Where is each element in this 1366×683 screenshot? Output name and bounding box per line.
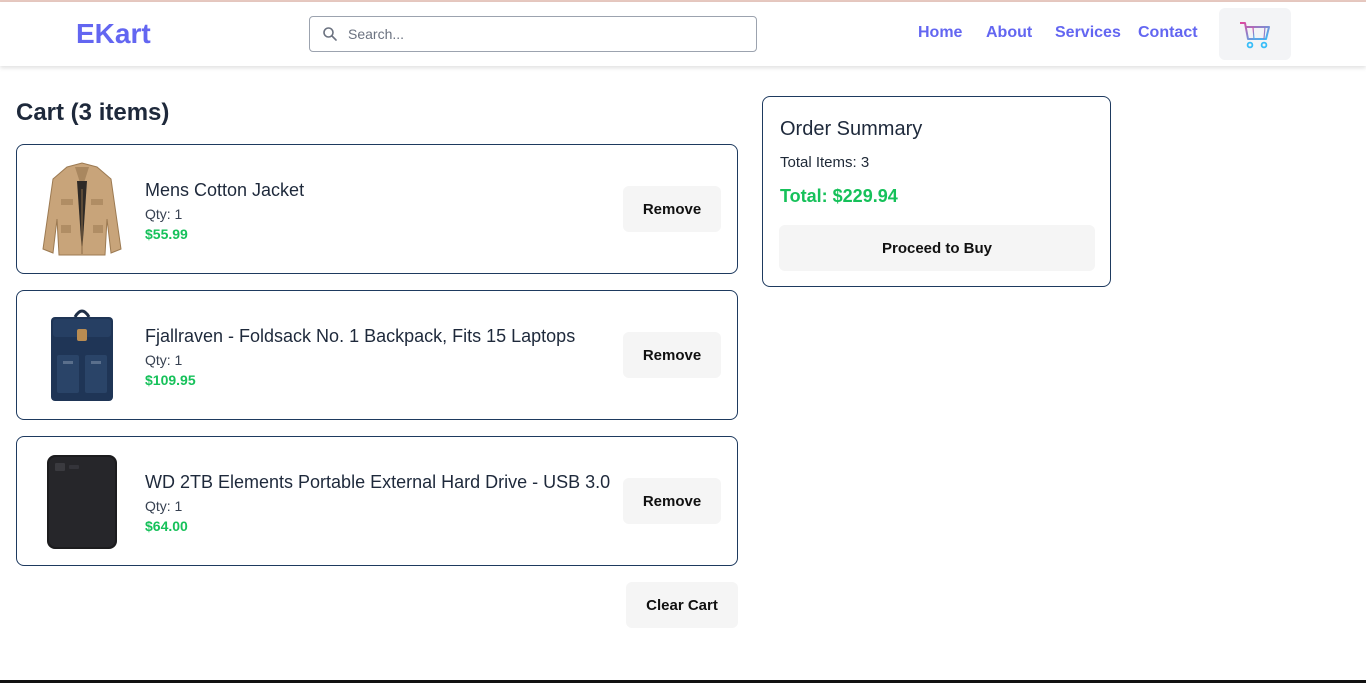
cart-item: WD 2TB Elements Portable External Hard D… [16, 436, 738, 566]
clear-cart-button[interactable]: Clear Cart [626, 582, 738, 628]
jacket-image [37, 159, 127, 259]
header: EKart Home About Services Contact [0, 2, 1366, 66]
shopping-cart-icon [1240, 22, 1270, 49]
nav-about[interactable]: About [986, 24, 1032, 42]
cart-item: Mens Cotton Jacket Qty: 1 $55.99 Remove [16, 144, 738, 274]
search-icon [322, 26, 338, 42]
proceed-to-buy-button[interactable]: Proceed to Buy [779, 225, 1095, 271]
hard-drive-image [37, 451, 127, 551]
remove-button[interactable]: Remove [623, 186, 721, 232]
remove-button[interactable]: Remove [623, 332, 721, 378]
nav-home[interactable]: Home [918, 24, 962, 42]
total-items: Total Items: 3 [780, 154, 870, 171]
cart-item: Fjallraven - Foldsack No. 1 Backpack, Fi… [16, 290, 738, 420]
item-qty: Qty: 1 [145, 352, 183, 368]
brand-logo[interactable]: EKart [76, 18, 151, 50]
nav-services[interactable]: Services [1055, 24, 1121, 42]
order-summary: Order Summary Total Items: 3 Total: $229… [762, 96, 1111, 287]
nav-contact[interactable]: Contact [1138, 24, 1198, 42]
total-price: Total: $229.94 [780, 186, 898, 206]
cart-button[interactable] [1219, 8, 1291, 60]
cart-title: Cart (3 items) [16, 99, 170, 126]
summary-title: Order Summary [780, 118, 923, 140]
item-qty: Qty: 1 [145, 498, 183, 514]
item-price: $64.00 [145, 518, 188, 534]
item-name[interactable]: Mens Cotton Jacket [145, 180, 304, 201]
backpack-image [37, 305, 127, 405]
item-price: $55.99 [145, 226, 188, 242]
remove-button[interactable]: Remove [623, 478, 721, 524]
item-name[interactable]: WD 2TB Elements Portable External Hard D… [145, 472, 610, 493]
search-box[interactable] [309, 16, 757, 52]
item-price: $109.95 [145, 372, 196, 388]
item-name[interactable]: Fjallraven - Foldsack No. 1 Backpack, Fi… [145, 326, 575, 347]
search-input[interactable] [348, 17, 748, 51]
item-qty: Qty: 1 [145, 206, 183, 222]
